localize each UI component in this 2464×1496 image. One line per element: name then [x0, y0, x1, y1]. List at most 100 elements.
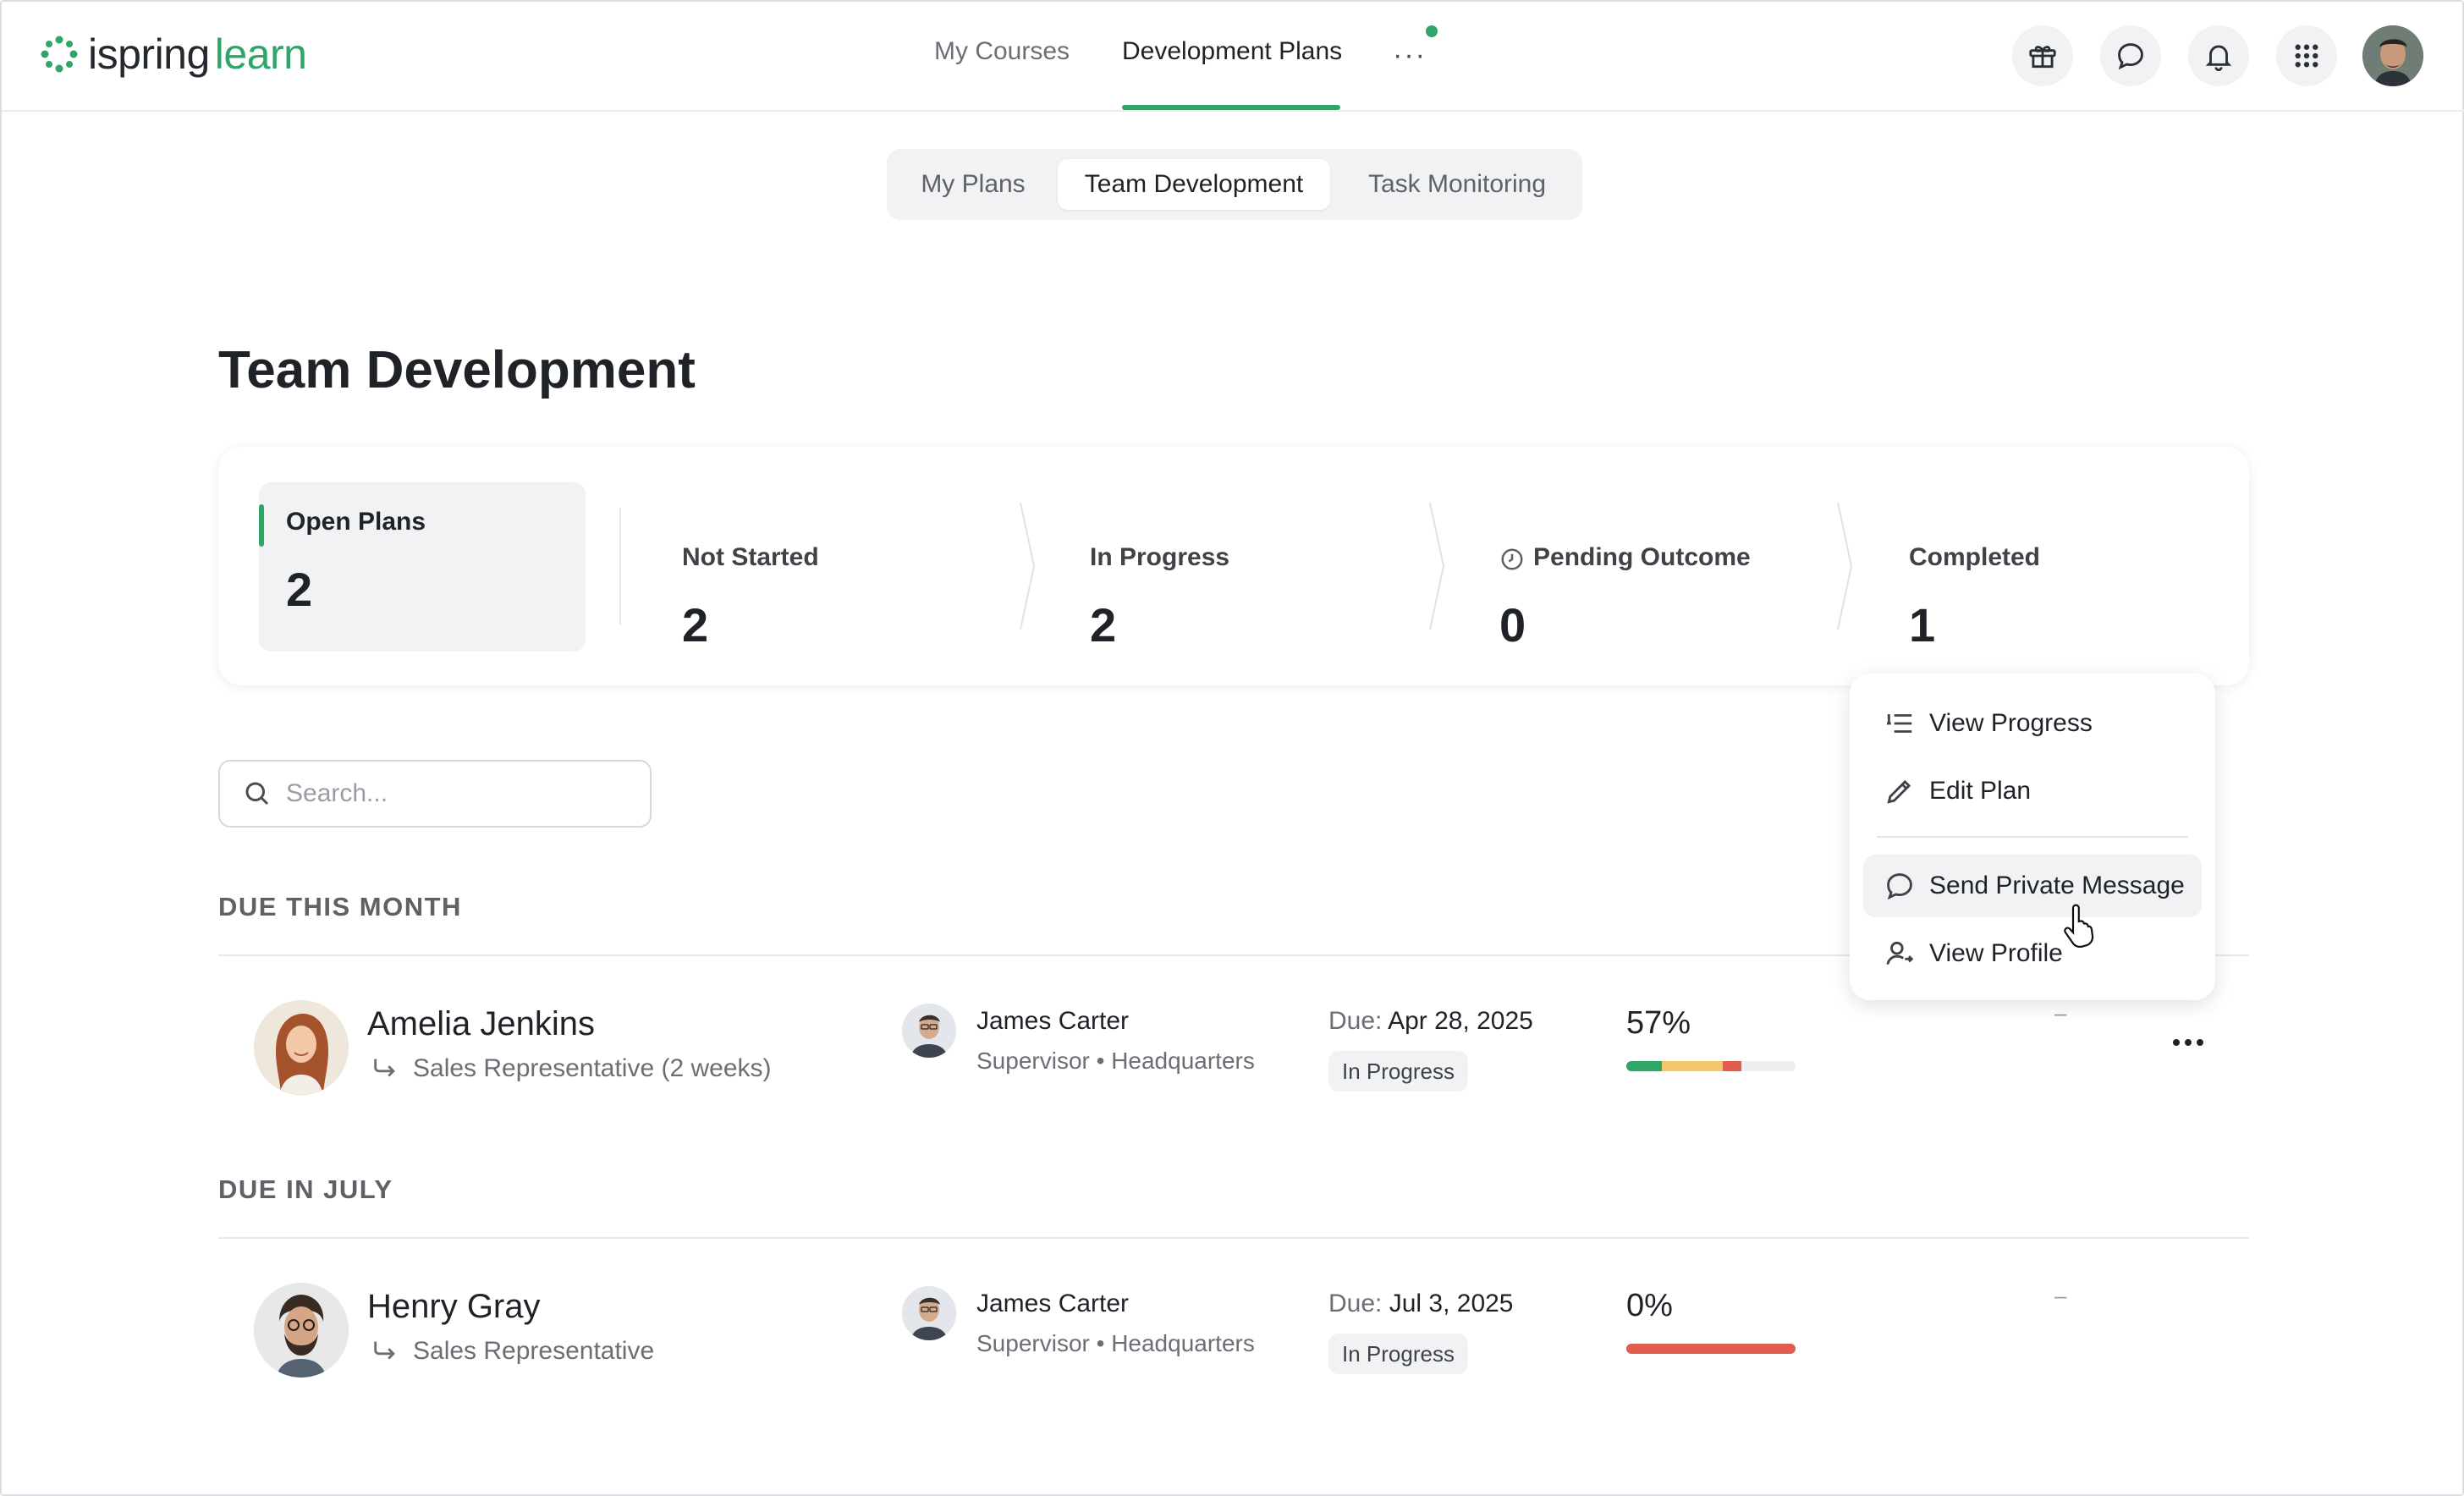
- nav-active-indicator: [1122, 105, 1340, 110]
- hand-cursor-icon: [2064, 904, 2094, 948]
- stat-completed[interactable]: Completed 1: [1909, 482, 2214, 652]
- plans-tabs: My Plans Team Development Task Monitorin…: [887, 149, 1582, 220]
- stat-selected-indicator: [259, 504, 264, 547]
- stat-value: 1: [1909, 598, 1936, 652]
- stat-value: 2: [682, 598, 709, 652]
- person-position: Sales Representative (2 weeks): [371, 1054, 772, 1083]
- supervisor-avatar: [902, 1286, 956, 1340]
- tab-task-monitoring[interactable]: Task Monitoring: [1349, 159, 1565, 210]
- stat-label: Open Plans: [286, 508, 426, 536]
- menu-item-label: View Profile: [1929, 939, 2063, 967]
- logo-text-learn: learn: [214, 30, 307, 78]
- search-icon: [245, 782, 269, 806]
- list-numbered-icon: [1886, 714, 1912, 733]
- progress-segment-yellow: [1662, 1061, 1723, 1071]
- due-label: Due:: [1328, 1290, 1383, 1317]
- progress-bar: [1626, 1061, 1796, 1071]
- stat-not-started[interactable]: Not Started 2: [682, 482, 1020, 652]
- section-divider: [218, 1237, 2249, 1239]
- avatar-image: [254, 1000, 349, 1095]
- ispring-logo-icon: [41, 36, 78, 73]
- pencil-icon: [1887, 779, 1911, 804]
- stat-label: Completed: [1909, 543, 2041, 571]
- stat-label: Not Started: [682, 543, 819, 571]
- more-dot: [2173, 1039, 2180, 1046]
- more-dot: [2185, 1039, 2192, 1046]
- supervisor-avatar: [902, 1004, 956, 1058]
- nav-more-button[interactable]: ···: [1393, 39, 1427, 72]
- page-title: Team Development: [218, 341, 696, 399]
- supervisor-name: James Carter: [976, 1007, 1130, 1035]
- progress-percent: 57%: [1626, 1005, 1691, 1041]
- position-label: Sales Representative: [413, 1337, 655, 1365]
- progress-segment-red: [1723, 1061, 1741, 1071]
- notifications-button[interactable]: [2188, 25, 2249, 86]
- user-avatar-image: [2362, 25, 2423, 86]
- user-avatar[interactable]: [2362, 25, 2423, 86]
- supervisor-role: Supervisor • Headquarters: [976, 1330, 1255, 1356]
- chevron-right-icon: [1429, 503, 1445, 630]
- gift-icon: [2029, 46, 2056, 69]
- tab-my-plans[interactable]: My Plans: [907, 159, 1039, 210]
- progress-bar: [1626, 1344, 1796, 1354]
- messages-button[interactable]: [2100, 25, 2161, 86]
- stat-label: In Progress: [1090, 543, 1230, 571]
- status-badge: In Progress: [1328, 1051, 1468, 1092]
- menu-item-label: Send Private Message: [1929, 872, 2185, 899]
- table-row[interactable]: Henry Gray Sales Representative James Ca…: [218, 1283, 2249, 1435]
- ispring-learn-logo[interactable]: ispring learn: [39, 27, 307, 81]
- stat-value: 0: [1499, 598, 1526, 652]
- due-date-value: Apr 28, 2025: [1388, 1007, 1533, 1035]
- nav-my-courses[interactable]: My Courses: [934, 37, 1070, 66]
- row-context-menu: View Progress Edit Plan Send Private Mes…: [1850, 674, 2215, 1000]
- gift-button[interactable]: [2012, 25, 2073, 86]
- due-date: Due: Jul 3, 2025: [1328, 1290, 1514, 1318]
- section-title-due-this-month: DUE THIS MONTH: [218, 892, 462, 921]
- section-title-due-in-july: DUE IN JULY: [218, 1174, 393, 1204]
- tab-team-development[interactable]: Team Development: [1058, 159, 1330, 210]
- avatar-image: [254, 1283, 349, 1378]
- chat-icon: [2118, 43, 2143, 70]
- apps-grid-icon: [2295, 44, 2318, 68]
- stat-pending-outcome[interactable]: Pending Outcome 0: [1499, 482, 1855, 652]
- menu-separator: [1877, 836, 2188, 838]
- menu-item-label: View Progress: [1929, 709, 2093, 737]
- return-arrow-icon: [374, 1059, 395, 1077]
- search-input[interactable]: [286, 779, 624, 808]
- more-dot: [2197, 1039, 2203, 1046]
- menu-item-label: Edit Plan: [1929, 777, 2032, 805]
- person-name[interactable]: Henry Gray: [367, 1288, 541, 1326]
- stat-open-plans[interactable]: Open Plans 2: [259, 482, 586, 652]
- stat-label: Pending Outcome: [1533, 543, 1751, 571]
- menu-item-edit-plan[interactable]: Edit Plan: [1863, 760, 2202, 822]
- logo-text-ispring: ispring: [88, 30, 210, 78]
- avatar: [254, 1000, 349, 1095]
- chat-bubble-icon: [1887, 873, 1912, 900]
- supervisor-avatar-image: [902, 1004, 956, 1058]
- due-date-value: Jul 3, 2025: [1389, 1290, 1514, 1317]
- top-navigation-bar: ispring learn My Courses Development Plan…: [2, 2, 2464, 112]
- menu-item-send-private-message[interactable]: Send Private Message: [1863, 855, 2202, 917]
- return-arrow-icon: [374, 1341, 395, 1360]
- person-name[interactable]: Amelia Jenkins: [367, 1005, 595, 1043]
- search-box[interactable]: [218, 760, 652, 828]
- progress-segment-green: [1626, 1061, 1662, 1071]
- nav-notification-dot: [1426, 25, 1438, 37]
- result-placeholder: –: [2054, 1283, 2067, 1308]
- stat-value: 2: [1090, 598, 1117, 652]
- chevron-right-icon: [1020, 503, 1036, 630]
- stat-in-progress[interactable]: In Progress 2: [1090, 482, 1428, 652]
- avatar: [254, 1283, 349, 1378]
- supervisor-role: Supervisor • Headquarters: [976, 1048, 1255, 1074]
- result-placeholder: –: [2054, 1000, 2067, 1026]
- row-more-button[interactable]: [2164, 1026, 2212, 1059]
- clock-icon: [1501, 548, 1523, 570]
- apps-button[interactable]: [2276, 25, 2337, 86]
- table-row[interactable]: Amelia Jenkins Sales Representative (2 w…: [218, 1000, 2249, 1152]
- app-window: ispring learn My Courses Development Plan…: [0, 0, 2464, 1496]
- nav-development-plans[interactable]: Development Plans: [1122, 37, 1342, 66]
- summary-divider: [619, 508, 621, 624]
- menu-item-view-progress[interactable]: View Progress: [1863, 692, 2202, 755]
- menu-item-view-profile[interactable]: View Profile: [1863, 922, 2202, 985]
- supervisor-name: James Carter: [976, 1290, 1130, 1317]
